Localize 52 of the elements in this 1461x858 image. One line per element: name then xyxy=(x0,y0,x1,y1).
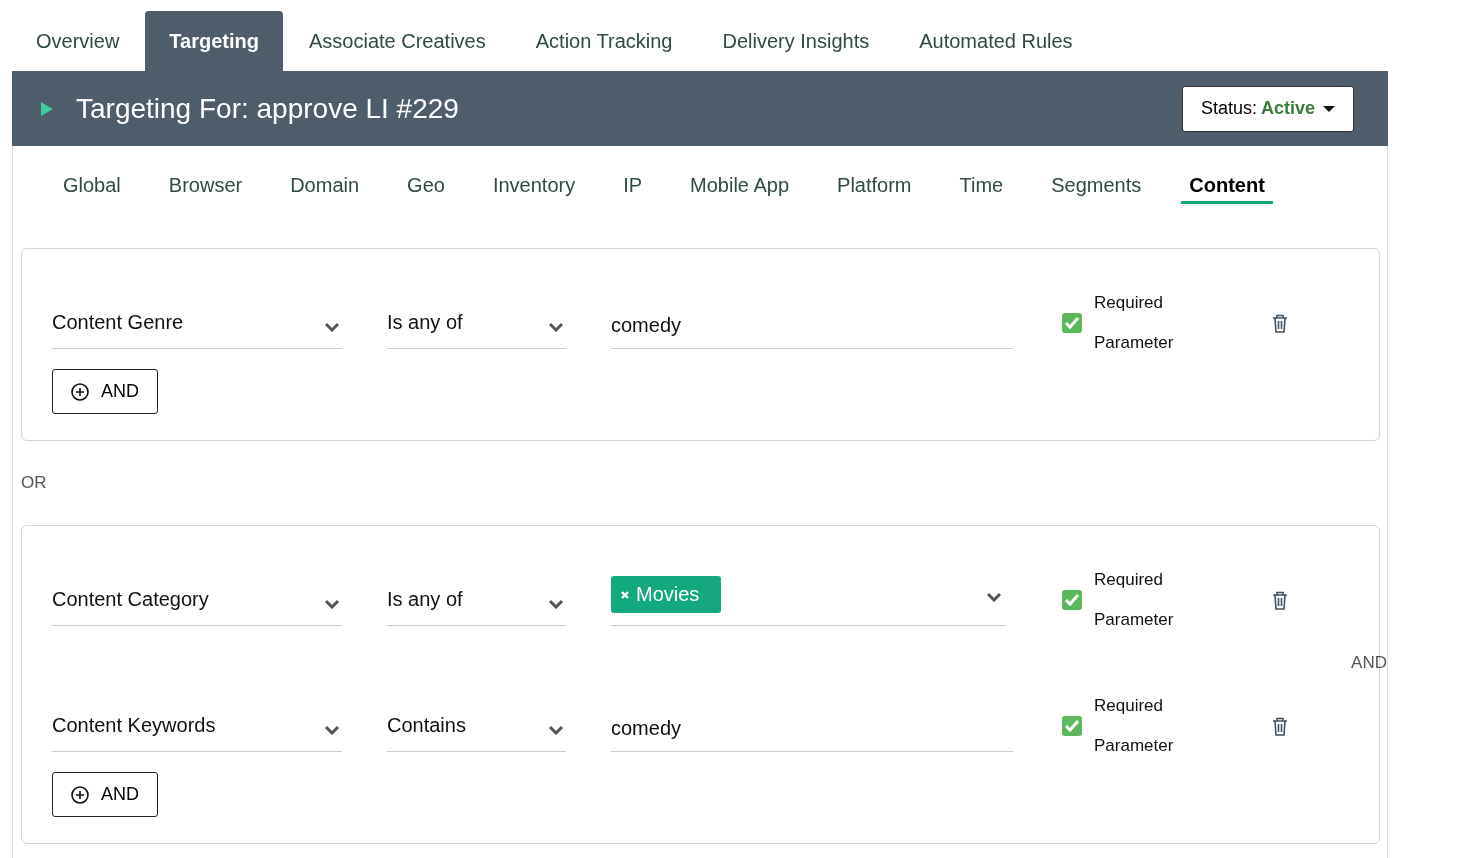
subtab[interactable]: Platform xyxy=(829,172,920,204)
checkbox-label: Required Parameter xyxy=(1094,569,1175,631)
subtab[interactable]: Segments xyxy=(1043,172,1150,204)
field-dropdown[interactable]: Content Category xyxy=(52,574,342,626)
field-dropdown[interactable]: Content Genre xyxy=(52,297,342,349)
chevron-down-icon xyxy=(548,598,564,609)
nav-tab[interactable]: Delivery Insights xyxy=(698,11,894,71)
chevron-down-icon xyxy=(548,321,564,332)
and-label: AND xyxy=(1351,653,1387,673)
subtab[interactable]: Inventory xyxy=(484,172,584,204)
status-dropdown[interactable]: Status: Active xyxy=(1181,85,1354,132)
checkbox[interactable] xyxy=(1062,590,1082,610)
close-icon[interactable] xyxy=(620,589,630,600)
page-title: Targeting For: approve LI #229 xyxy=(76,92,460,125)
add-and-button[interactable]: AND xyxy=(52,772,158,817)
nav-tab[interactable]: Action Tracking xyxy=(511,11,697,71)
trash-icon[interactable] xyxy=(1272,313,1288,333)
plus-circle-icon xyxy=(71,785,89,804)
value-input[interactable]: comedy xyxy=(611,700,1013,752)
trash-icon[interactable] xyxy=(1272,590,1288,610)
subtab[interactable]: Content xyxy=(1181,172,1273,204)
add-and-button[interactable]: AND xyxy=(52,369,158,414)
chevron-down-icon xyxy=(324,321,340,332)
subtab[interactable]: Geo xyxy=(399,172,453,204)
operator-dropdown[interactable]: Is any of xyxy=(387,574,566,626)
checkbox[interactable] xyxy=(1062,716,1082,736)
checkbox[interactable] xyxy=(1062,313,1082,333)
plus-circle-icon xyxy=(71,382,89,401)
chevron-down-icon xyxy=(324,724,340,735)
subtab[interactable]: Mobile App xyxy=(682,172,798,204)
play-icon[interactable] xyxy=(40,100,54,117)
chevron-down-icon xyxy=(986,592,1002,602)
nav-tab[interactable]: Associate Creatives xyxy=(285,11,510,71)
trash-icon[interactable] xyxy=(1272,716,1288,736)
checkbox-label: Required Parameter xyxy=(1094,695,1175,757)
or-label: OR xyxy=(20,472,48,494)
nav-tab[interactable]: Automated Rules xyxy=(895,11,1097,71)
checkbox-label: Required Parameter xyxy=(1094,292,1175,354)
operator-dropdown[interactable]: Contains xyxy=(387,700,566,752)
caret-icon xyxy=(1323,104,1335,113)
nav-tab[interactable]: Overview xyxy=(12,11,144,71)
subtab[interactable]: IP xyxy=(615,172,651,204)
chevron-down-icon xyxy=(548,724,564,735)
subtab[interactable]: Global xyxy=(55,172,129,204)
value-input[interactable]: comedy xyxy=(611,297,1013,349)
nav-tab[interactable]: Targeting xyxy=(145,11,283,71)
chevron-down-icon xyxy=(324,598,340,609)
subtab[interactable]: Domain xyxy=(282,172,368,204)
operator-dropdown[interactable]: Is any of xyxy=(387,297,566,349)
subtab[interactable]: Browser xyxy=(160,172,251,204)
field-dropdown[interactable]: Content Keywords xyxy=(52,700,342,752)
subtab[interactable]: Time xyxy=(951,172,1012,204)
